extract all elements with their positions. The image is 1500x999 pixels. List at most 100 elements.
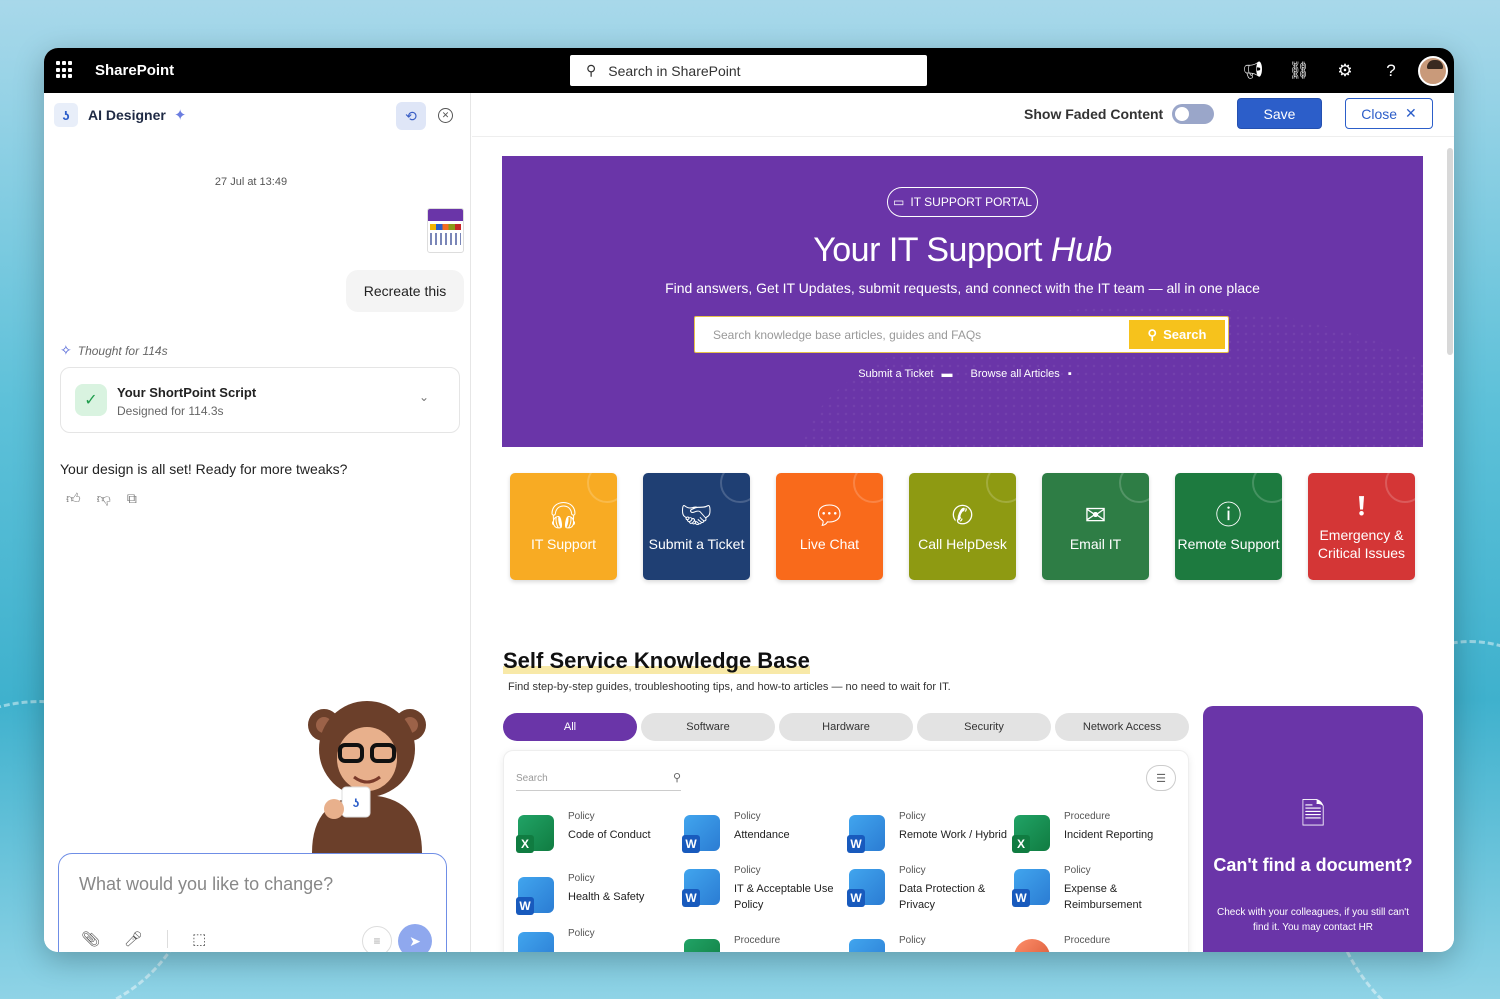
tab-all[interactable]: All [503, 713, 637, 741]
tile-it-support[interactable]: 🎧︎ IT Support [510, 473, 617, 580]
doc-kind: Policy [899, 935, 926, 946]
tab-security[interactable]: Security [917, 713, 1051, 741]
divider [167, 930, 169, 948]
chevron-down-icon[interactable]: ⌄ [419, 390, 429, 404]
scrollbar[interactable] [1447, 148, 1453, 355]
close-button-label: Close [1361, 105, 1398, 122]
doc-title: Health & Safety [568, 891, 645, 903]
share-icon[interactable]: ⛓︎ [1276, 61, 1322, 81]
doc-kind: Policy [734, 865, 761, 876]
message-timestamp: 27 Jul at 13:49 [214, 176, 288, 188]
tile-label: Live Chat [799, 535, 860, 552]
avatar[interactable] [1418, 55, 1448, 86]
gear-icon[interactable]: ⚙︎ [1322, 61, 1368, 81]
attached-image-thumbnail[interactable] [427, 208, 464, 253]
cant-find-document-card[interactable]: 🗎︎ Can't find a document? Check with you… [1203, 706, 1423, 952]
document-item[interactable]: W Policy Health & Safety [516, 873, 681, 921]
document-item[interactable]: W Policy IT & Acceptable Use Policy [682, 865, 847, 913]
sparkle-icon: ✦ [173, 107, 187, 124]
tab-network-access[interactable]: Network Access [1055, 713, 1189, 741]
monitor-icon: ▭ [893, 195, 905, 209]
chat-input-box[interactable]: What would you like to change? 📎︎ 🎤︎ ⬚ ≡… [58, 853, 447, 952]
megaphone-icon[interactable]: 📢︎ [1230, 61, 1276, 81]
doc-title: Expense & Reimbursement [1064, 883, 1142, 911]
doc-kind: Policy [1064, 865, 1091, 876]
script-card-subtitle: Designed for 114.3s [117, 404, 224, 418]
save-button[interactable]: Save [1237, 98, 1322, 129]
chat-input-tools: 📎︎ 🎤︎ ⬚ [81, 930, 206, 948]
doc-kind: Policy [568, 811, 595, 822]
script-result-card[interactable]: ✓ Your ShortPoint Script Designed for 11… [60, 367, 460, 433]
submit-ticket-link-label: Submit a Ticket [858, 368, 934, 380]
microphone-icon[interactable]: 🎤︎ [124, 930, 143, 948]
tile-remote-support[interactable]: ⓘ Remote Support [1175, 473, 1282, 580]
document-item[interactable]: X Policy Code of Conduct [516, 811, 681, 859]
tab-hardware[interactable]: Hardware [779, 713, 913, 741]
doc-kind: Procedure [734, 935, 781, 946]
script-card-title: Your ShortPoint Script [117, 385, 257, 400]
doc-title: IT & Acceptable Use Policy [734, 883, 834, 911]
document-item[interactable]: W Policy Remote Work / Hybrid [847, 811, 1012, 859]
tile-emergency[interactable]: ❗︎ Emergency & Critical Issues [1308, 473, 1415, 580]
tile-label: Emergency & Critical Issues [1317, 526, 1406, 561]
close-x-icon: ✕ [1405, 105, 1417, 121]
app-launcher-icon[interactable] [56, 61, 74, 79]
thumbs-down-icon[interactable]: 👎︎ [97, 490, 111, 507]
feedback-actions: 👍︎ 👎︎ ⧉ [66, 490, 137, 507]
show-faded-toggle[interactable] [1172, 104, 1214, 124]
thought-indicator[interactable]: ✧ Thought for 114s [60, 342, 168, 359]
question-icon: ⓘ [1215, 499, 1242, 530]
hero-title: Your IT Support Hub [502, 231, 1423, 270]
document-item[interactable]: X Procedure Incident Reporting [1012, 811, 1177, 859]
doc-search-placeholder: Search [516, 773, 548, 784]
send-button[interactable]: ➤ [398, 924, 432, 952]
ai-designer-panel: ʖ AI Designer ✦ ⟲ ✕ 27 Jul at 13:49 Recr… [44, 93, 471, 952]
tab-software[interactable]: Software [641, 713, 775, 741]
kb-section-title: Self Service Knowledge Base [503, 648, 810, 674]
tile-live-chat[interactable]: 💬︎ Live Chat [776, 473, 883, 580]
document-item[interactable]: Policy [516, 928, 681, 952]
brand-title[interactable]: SharePoint [95, 62, 174, 79]
document-item[interactable]: Procedure [682, 935, 847, 952]
browse-articles-link[interactable]: Browse all Articles ▪ [966, 368, 1072, 380]
sharepoint-search-box[interactable]: ⚲ Search in SharePoint [570, 55, 927, 86]
word-icon: W [682, 815, 720, 853]
submit-ticket-link[interactable]: Submit a Ticket ▬ [853, 368, 952, 380]
portal-pill-label: IT SUPPORT PORTAL [910, 195, 1032, 209]
bear-mascot-illustration: ʖ [308, 701, 426, 853]
tile-submit-ticket[interactable]: 🤝︎ Submit a Ticket [643, 473, 750, 580]
document-item[interactable]: W Policy Data Protection & Privacy [847, 865, 1012, 913]
paperclip-icon[interactable]: 📎︎ [81, 930, 100, 948]
doc-title: Remote Work / Hybrid [899, 829, 1007, 841]
portal-pill: ▭ IT SUPPORT PORTAL [887, 187, 1038, 217]
tile-label: IT Support [530, 535, 597, 552]
doc-search-input[interactable]: Search ⚲ [516, 767, 681, 791]
cta-title: Can't find a document? [1213, 855, 1413, 875]
kb-search-box[interactable]: Search knowledge base articles, guides a… [694, 316, 1229, 353]
tile-call-helpdesk[interactable]: ✆ Call HelpDesk [909, 473, 1016, 580]
copy-icon[interactable]: ⧉ [127, 490, 137, 507]
prompt-list-icon[interactable]: ≡ [362, 926, 392, 952]
filter-icon[interactable]: ☰ [1146, 765, 1176, 791]
document-item[interactable]: W Policy Attendance [682, 811, 847, 859]
editor-toolbar: Show Faded Content Save Close ✕ [472, 93, 1454, 137]
tile-email-it[interactable]: ✉︎ Email IT [1042, 473, 1149, 580]
topbar-actions: 📢︎ ⛓︎ ⚙︎ ? [1230, 48, 1454, 93]
help-icon[interactable]: ? [1368, 61, 1414, 81]
excel-icon: X [516, 815, 554, 853]
kb-search-button[interactable]: ⚲ Search [1129, 320, 1225, 349]
select-area-icon[interactable]: ⬚ [192, 930, 206, 948]
ai-designer-logo-icon: ʖ [54, 103, 78, 127]
powerpoint-icon [1014, 939, 1050, 952]
kb-search-button-label: Search [1163, 327, 1207, 342]
document-item[interactable]: Policy [847, 935, 1012, 952]
document-item[interactable]: W Policy Expense & Reimbursement [1012, 865, 1177, 913]
thumbs-up-icon[interactable]: 👍︎ [66, 490, 81, 507]
history-icon[interactable]: ⟲ [396, 102, 426, 130]
word-icon: W [516, 877, 554, 915]
document-item[interactable]: Procedure [1012, 935, 1177, 952]
close-icon[interactable]: ✕ [438, 108, 453, 123]
close-button[interactable]: Close ✕ [1345, 98, 1433, 129]
word-icon: W [847, 869, 885, 907]
tile-label: Call HelpDesk [918, 535, 1007, 552]
